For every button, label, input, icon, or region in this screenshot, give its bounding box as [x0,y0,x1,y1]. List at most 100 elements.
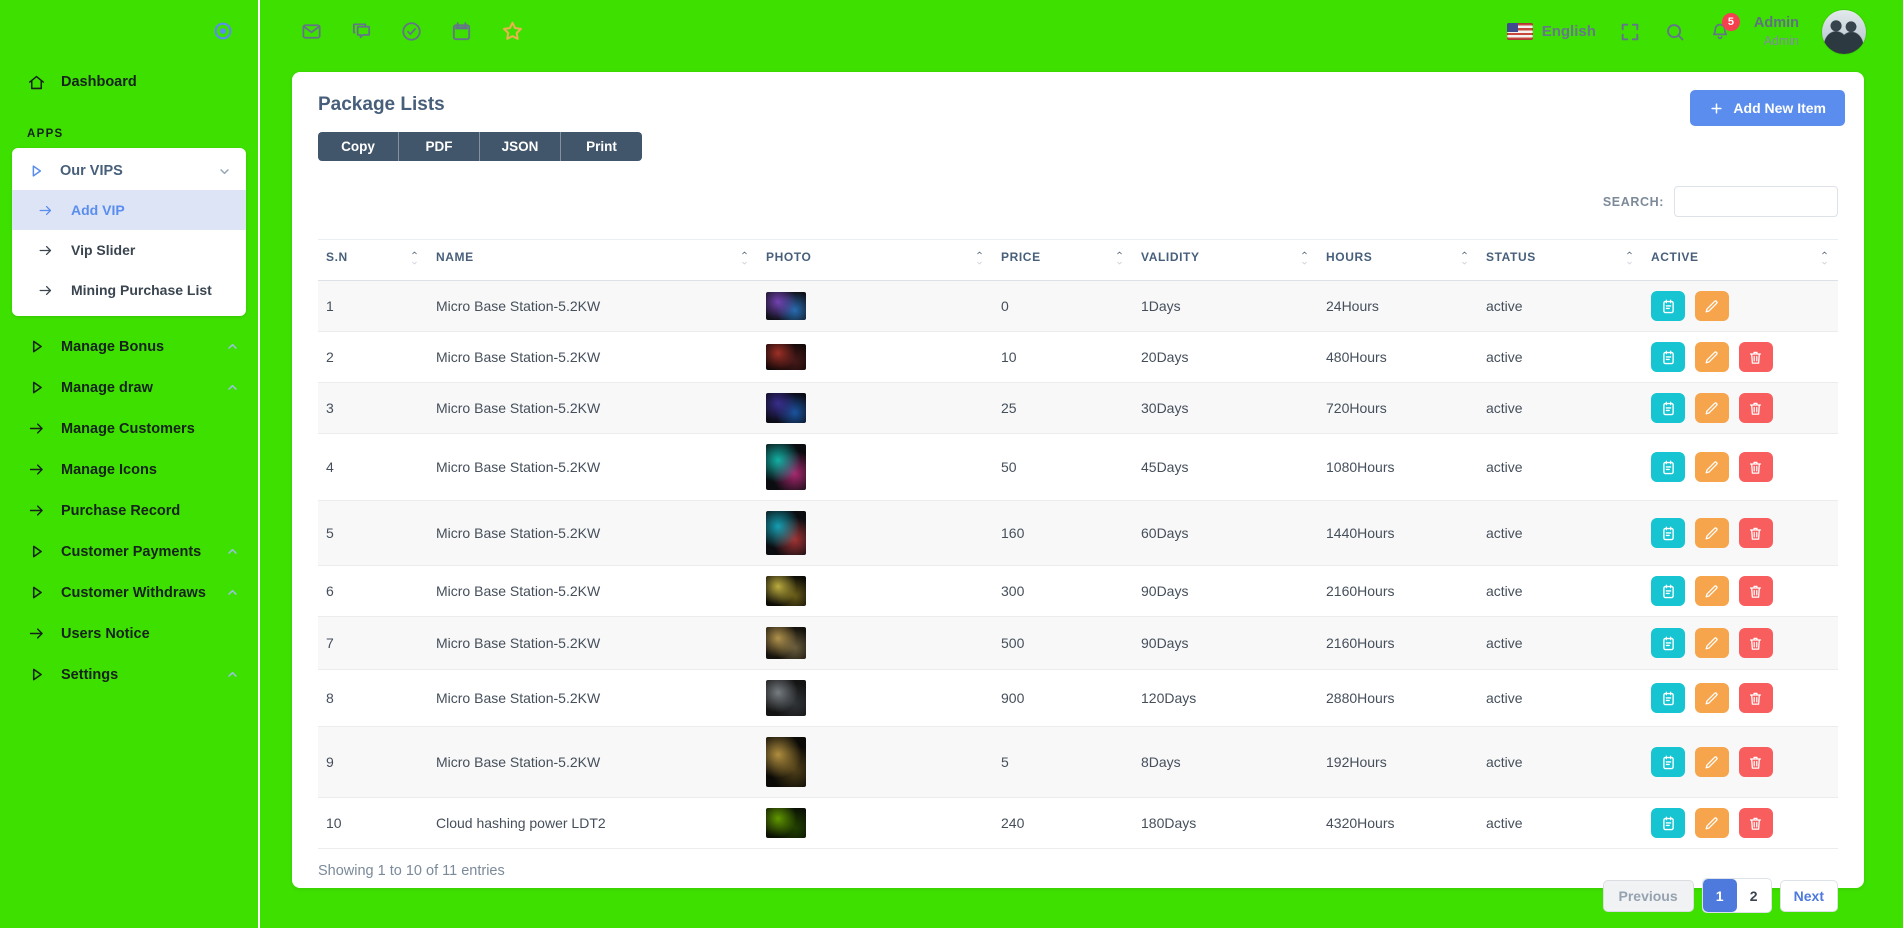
pagination-next-button[interactable]: Next [1780,880,1838,912]
package-photo [766,576,806,606]
column-header-hours[interactable]: HOURS [1318,240,1478,281]
fullscreen-icon[interactable] [1619,21,1641,43]
sidebar-item-users-notice[interactable]: Users Notice [0,613,258,654]
cell-hours: 1080Hours [1318,434,1478,501]
edit-button[interactable] [1695,291,1729,321]
check-circle-icon[interactable] [400,20,423,43]
column-header-status[interactable]: STATUS [1478,240,1643,281]
print-button[interactable]: Print [561,132,642,161]
view-button[interactable] [1651,747,1685,777]
delete-button[interactable] [1739,393,1773,423]
sidebar-toggle-icon[interactable] [212,20,234,42]
package-lists-card: Package Lists Add New Item Copy PDF JSON… [292,72,1864,888]
edit-button[interactable] [1695,747,1729,777]
topbar: English 5 Admin Admin [260,0,1903,63]
arrow-right-icon [27,501,46,520]
notifications-button[interactable]: 5 [1709,21,1731,43]
package-photo [766,344,806,370]
pagination-page-2[interactable]: 2 [1737,879,1771,912]
column-header-sn[interactable]: S.N [318,240,428,281]
language-selector[interactable]: English [1507,23,1596,40]
user-menu[interactable]: Admin Admin [1754,14,1799,49]
delete-button[interactable] [1739,683,1773,713]
cell-status: active [1478,670,1643,727]
delete-button[interactable] [1739,518,1773,548]
edit-button[interactable] [1695,683,1729,713]
cell-hours: 2160Hours [1318,566,1478,617]
delete-button[interactable] [1739,628,1773,658]
view-button[interactable] [1651,518,1685,548]
sidebar-item-label: Vip Slider [71,242,135,258]
column-header-price[interactable]: PRICE [993,240,1133,281]
delete-button[interactable] [1739,747,1773,777]
pagination-previous-button[interactable]: Previous [1603,880,1694,912]
delete-button[interactable] [1739,452,1773,482]
package-table: S.N NAME PHOTO PRICE VALIDITY HOURS STAT… [318,239,1838,849]
sidebar-item-purchase-record[interactable]: Purchase Record [0,490,258,531]
pdf-button[interactable]: PDF [399,132,480,161]
delete-button[interactable] [1739,808,1773,838]
delete-button[interactable] [1739,576,1773,606]
edit-button[interactable] [1695,808,1729,838]
table-row: 3 Micro Base Station-5.2KW 25 30Days 720… [318,383,1838,434]
star-icon[interactable] [500,19,525,44]
sidebar-item-vip-slider[interactable]: Vip Slider [12,230,246,270]
add-new-item-button[interactable]: Add New Item [1690,90,1845,126]
sidebar-item-manage-icons[interactable]: Manage Icons [0,449,258,490]
edit-button[interactable] [1695,452,1729,482]
table-footer: Showing 1 to 10 of 11 entries Previous 1… [318,863,1838,913]
pagination-page-1[interactable]: 1 [1703,879,1737,912]
view-button[interactable] [1651,393,1685,423]
view-button[interactable] [1651,683,1685,713]
view-button[interactable] [1651,628,1685,658]
column-header-validity[interactable]: VALIDITY [1133,240,1318,281]
column-header-photo[interactable]: PHOTO [758,240,993,281]
pencil-icon [1703,635,1720,652]
view-button[interactable] [1651,342,1685,372]
column-header-active[interactable]: ACTIVE [1643,240,1838,281]
avatar[interactable] [1822,10,1866,54]
view-button[interactable] [1651,576,1685,606]
sidebar-item-manage-draw[interactable]: Manage draw [0,367,258,408]
column-header-name[interactable]: NAME [428,240,758,281]
edit-button[interactable] [1695,576,1729,606]
cell-validity: 120Days [1133,670,1318,727]
calendar-icon[interactable] [450,20,473,43]
edit-button[interactable] [1695,393,1729,423]
cell-validity: 90Days [1133,617,1318,670]
search-icon[interactable] [1664,21,1686,43]
cell-price: 500 [993,617,1133,670]
sidebar-item-label: Our VIPS [60,163,123,179]
package-photo [766,680,806,716]
sort-icons [974,249,985,267]
sidebar-item-add-vip[interactable]: Add VIP [12,190,246,230]
cell-hours: 24Hours [1318,281,1478,332]
sidebar-item-label: Mining Purchase List [71,282,212,298]
chevron-down-icon [217,164,232,179]
json-button[interactable]: JSON [480,132,561,161]
sidebar-item-customer-payments[interactable]: Customer Payments [0,531,258,572]
delete-button[interactable] [1739,342,1773,372]
cell-sn: 7 [318,617,428,670]
search-row: SEARCH: [318,186,1838,217]
clipboard-icon [1660,459,1677,476]
cell-status: active [1478,798,1643,849]
chat-icon[interactable] [350,20,373,43]
sidebar: Dashboard APPS Our VIPS Add VIP Vip Slid… [0,0,260,928]
sidebar-item-manage-bonus[interactable]: Manage Bonus [0,326,258,367]
edit-button[interactable] [1695,342,1729,372]
sidebar-item-mining-purchase-list[interactable]: Mining Purchase List [12,270,246,310]
search-input[interactable] [1674,186,1838,217]
mail-icon[interactable] [300,20,323,43]
sidebar-item-our-vips[interactable]: Our VIPS [12,152,246,190]
copy-button[interactable]: Copy [318,132,399,161]
sidebar-item-settings[interactable]: Settings [0,654,258,695]
view-button[interactable] [1651,808,1685,838]
sidebar-item-customer-withdraws[interactable]: Customer Withdraws [0,572,258,613]
sidebar-item-manage-customers[interactable]: Manage Customers [0,408,258,449]
view-button[interactable] [1651,452,1685,482]
sidebar-item-dashboard[interactable]: Dashboard [0,62,258,102]
view-button[interactable] [1651,291,1685,321]
edit-button[interactable] [1695,518,1729,548]
edit-button[interactable] [1695,628,1729,658]
